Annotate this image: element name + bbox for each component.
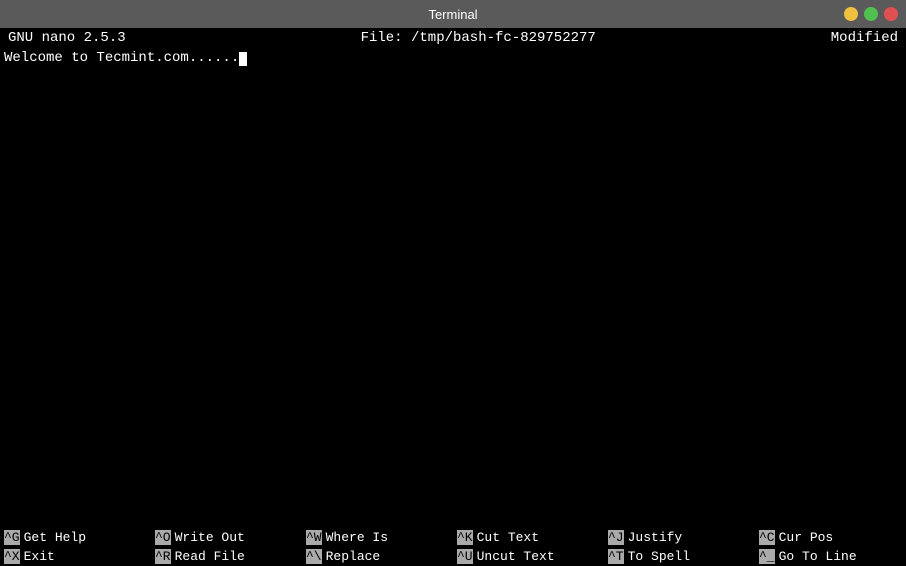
shortcut-key: ^U bbox=[457, 549, 473, 564]
editor-content: Welcome to Tecmint.com...... bbox=[4, 50, 902, 66]
title-bar-title: Terminal bbox=[428, 7, 477, 22]
nano-modified: Modified bbox=[831, 30, 898, 46]
shortcut-key: ^C bbox=[759, 530, 775, 545]
shortcut-key: ^T bbox=[608, 549, 624, 564]
shortcut-label: Exit bbox=[24, 549, 55, 564]
shortcut-item: ^_ Go To Line bbox=[755, 547, 906, 566]
shortcut-item: ^C Cur Pos bbox=[755, 528, 906, 547]
shortcut-label: Where Is bbox=[326, 530, 388, 545]
shortcut-item: ^W Where Is bbox=[302, 528, 453, 547]
shortcut-item: ^\ Replace bbox=[302, 547, 453, 566]
shortcut-label: To Spell bbox=[628, 549, 690, 564]
shortcut-key: ^_ bbox=[759, 549, 775, 564]
shortcut-key: ^W bbox=[306, 530, 322, 545]
editor-area[interactable]: Welcome to Tecmint.com...... bbox=[0, 48, 906, 528]
nano-version: GNU nano 2.5.3 bbox=[8, 30, 126, 46]
shortcut-item: ^G Get Help bbox=[0, 528, 151, 547]
shortcut-label: Replace bbox=[326, 549, 381, 564]
shortcut-item: ^R Read File bbox=[151, 547, 302, 566]
shortcut-label: Write Out bbox=[175, 530, 245, 545]
shortcut-item: ^K Cut Text bbox=[453, 528, 604, 547]
shortcut-label: Justify bbox=[628, 530, 683, 545]
shortcut-label: Read File bbox=[175, 549, 245, 564]
shortcut-key: ^J bbox=[608, 530, 624, 545]
nano-header: GNU nano 2.5.3 File: /tmp/bash-fc-829752… bbox=[0, 28, 906, 48]
shortcut-item: ^O Write Out bbox=[151, 528, 302, 547]
shortcut-key: ^G bbox=[4, 530, 20, 545]
shortcut-key: ^K bbox=[457, 530, 473, 545]
shortcut-item: ^U Uncut Text bbox=[453, 547, 604, 566]
shortcut-item: ^X Exit bbox=[0, 547, 151, 566]
shortcut-key: ^\ bbox=[306, 549, 322, 564]
window-controls bbox=[844, 7, 898, 21]
shortcut-label: Uncut Text bbox=[477, 549, 555, 564]
close-button[interactable] bbox=[884, 7, 898, 21]
shortcut-key: ^R bbox=[155, 549, 171, 564]
shortcut-item: ^T To Spell bbox=[604, 547, 755, 566]
shortcut-bar: ^G Get Help ^O Write Out ^W Where Is ^K Cut Tex… bbox=[0, 528, 906, 566]
nano-filename: File: /tmp/bash-fc-829752277 bbox=[361, 30, 596, 46]
minimize-button[interactable] bbox=[844, 7, 858, 21]
shortcut-label: Get Help bbox=[24, 530, 86, 545]
shortcut-key: ^O bbox=[155, 530, 171, 545]
maximize-button[interactable] bbox=[864, 7, 878, 21]
shortcut-label: Cut Text bbox=[477, 530, 539, 545]
shortcut-item: ^J Justify bbox=[604, 528, 755, 547]
shortcut-label: Cur Pos bbox=[779, 530, 834, 545]
shortcut-label: Go To Line bbox=[779, 549, 857, 564]
shortcut-key: ^X bbox=[4, 549, 20, 564]
title-bar: Terminal bbox=[0, 0, 906, 28]
